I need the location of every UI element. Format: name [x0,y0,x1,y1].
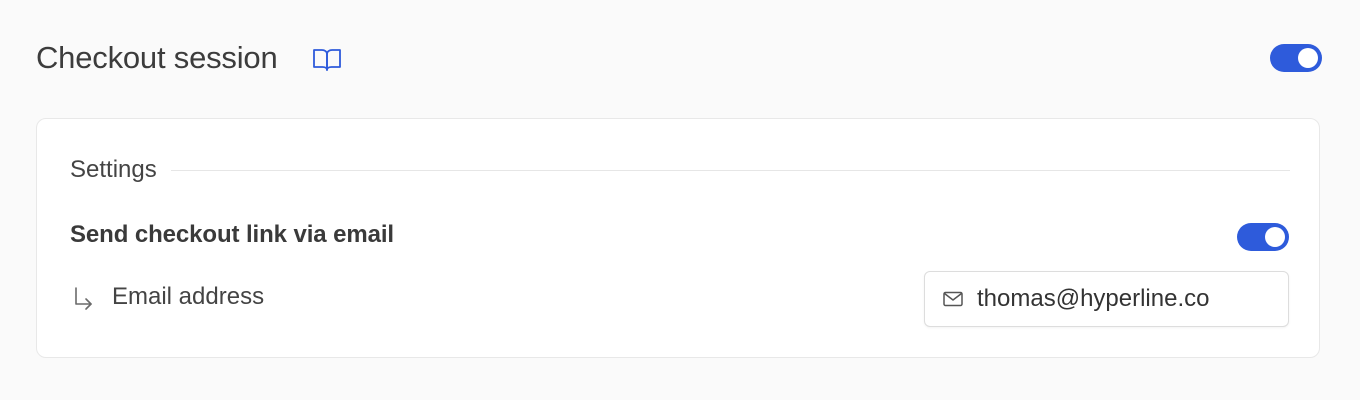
page-title: Checkout session [36,40,278,75]
send-checkout-link-label: Send checkout link via email [70,221,394,248]
email-address-label: Email address [112,283,265,310]
toggle-knob [1265,227,1285,247]
return-arrow-icon [75,287,92,310]
checkout-session-header: Checkout session [36,34,1324,82]
mail-icon [943,291,963,307]
section-title: Settings [70,156,157,183]
checkout-session-toggle[interactable] [1270,44,1322,72]
toggle-knob [1298,48,1318,68]
open-book-icon[interactable] [312,46,342,74]
email-value: thomas@hyperline.co [977,285,1210,312]
settings-card: Settings Send checkout link via email Em… [36,118,1320,358]
email-field[interactable]: thomas@hyperline.co [924,271,1289,327]
send-checkout-link-toggle[interactable] [1237,223,1289,251]
settings-section-header: Settings [70,155,1290,185]
divider [170,169,1290,171]
